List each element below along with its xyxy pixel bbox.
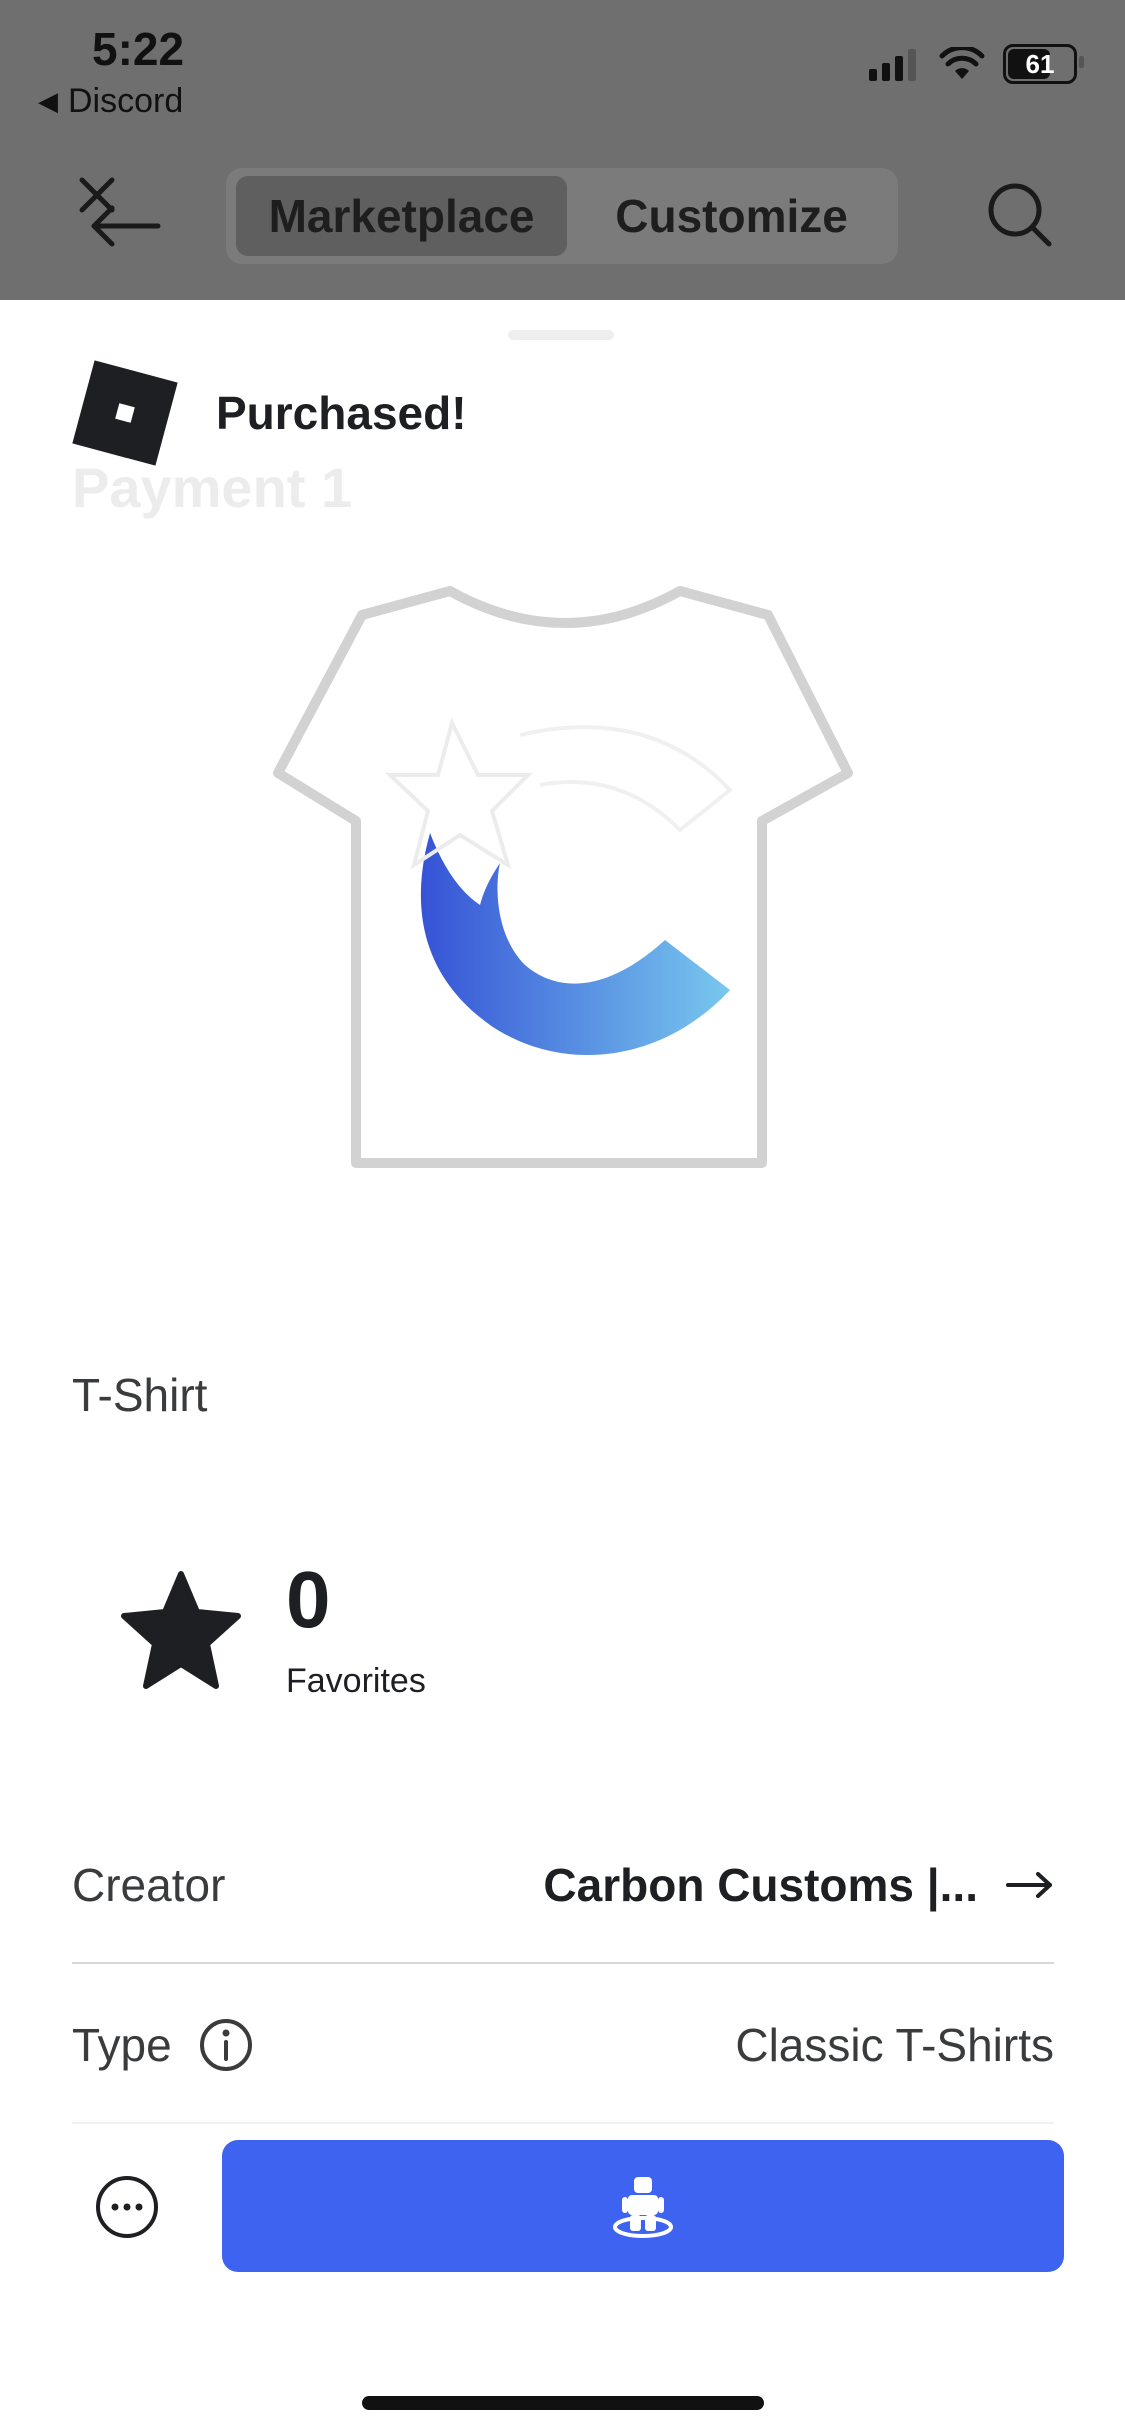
creator-link[interactable]: Carbon Customs |... [543,1858,1054,1912]
type-row: Type Classic T-Shirts [72,2010,1054,2080]
toast-message: Purchased! [216,387,467,439]
close-back-icon[interactable] [74,170,164,250]
search-icon[interactable] [985,180,1055,250]
avatar-try-on-icon [613,2177,673,2238]
back-to-app-link[interactable]: ◀ Discord [38,82,183,121]
purchase-toast: Purchased! [72,360,467,466]
creator-label: Creator [72,1859,226,1911]
back-app-label: Discord [68,82,184,120]
sheet-handle[interactable] [508,330,614,340]
creator-name: Carbon Customs |... [543,1859,978,1911]
segmented-control: Marketplace Customize [226,168,898,264]
type-label-wrap: Type [72,2017,254,2073]
home-indicator [362,2396,764,2410]
bottom-action-bar [0,2140,1125,2280]
type-label: Type [72,2019,172,2071]
info-icon[interactable] [198,2017,254,2073]
favorites-label: Favorites [286,1662,426,1700]
type-value: Classic T-Shirts [735,2019,1054,2071]
tab-customize[interactable]: Customize [575,176,888,256]
divider [72,2122,1054,2124]
favorites-block[interactable]: 0 Favorites [118,1560,426,1701]
battery-level: 61 [1025,48,1055,79]
wifi-icon [939,47,985,79]
arrow-right-icon [1006,1872,1052,1898]
more-icon[interactable] [94,2174,160,2240]
status-icons: 61 [869,44,1084,84]
back-triangle-icon: ◀ [38,86,58,116]
status-time: 5:22 [92,23,185,75]
item-title: Payment 1 [72,456,353,519]
favorites-info: 0 Favorites [286,1560,426,1701]
tshirt-image [273,586,853,1168]
tab-marketplace[interactable]: Marketplace [236,176,568,256]
cellular-signal-icon [869,49,916,81]
top-toolbar: Marketplace Customize [0,160,1125,280]
favorites-count: 0 [286,1555,331,1644]
battery-icon: 61 [1003,44,1084,84]
star-icon[interactable] [118,1568,244,1694]
dimmed-background: 5:22 ◀ Discord 61 Marketplace Customize [0,0,1125,300]
creator-row[interactable]: Creator Carbon Customs |... [72,1850,1054,1920]
item-category: T-Shirt [72,1369,208,1421]
roblox-logo-icon [72,360,178,466]
divider [72,1962,1054,1964]
try-on-button[interactable] [222,2140,1064,2272]
